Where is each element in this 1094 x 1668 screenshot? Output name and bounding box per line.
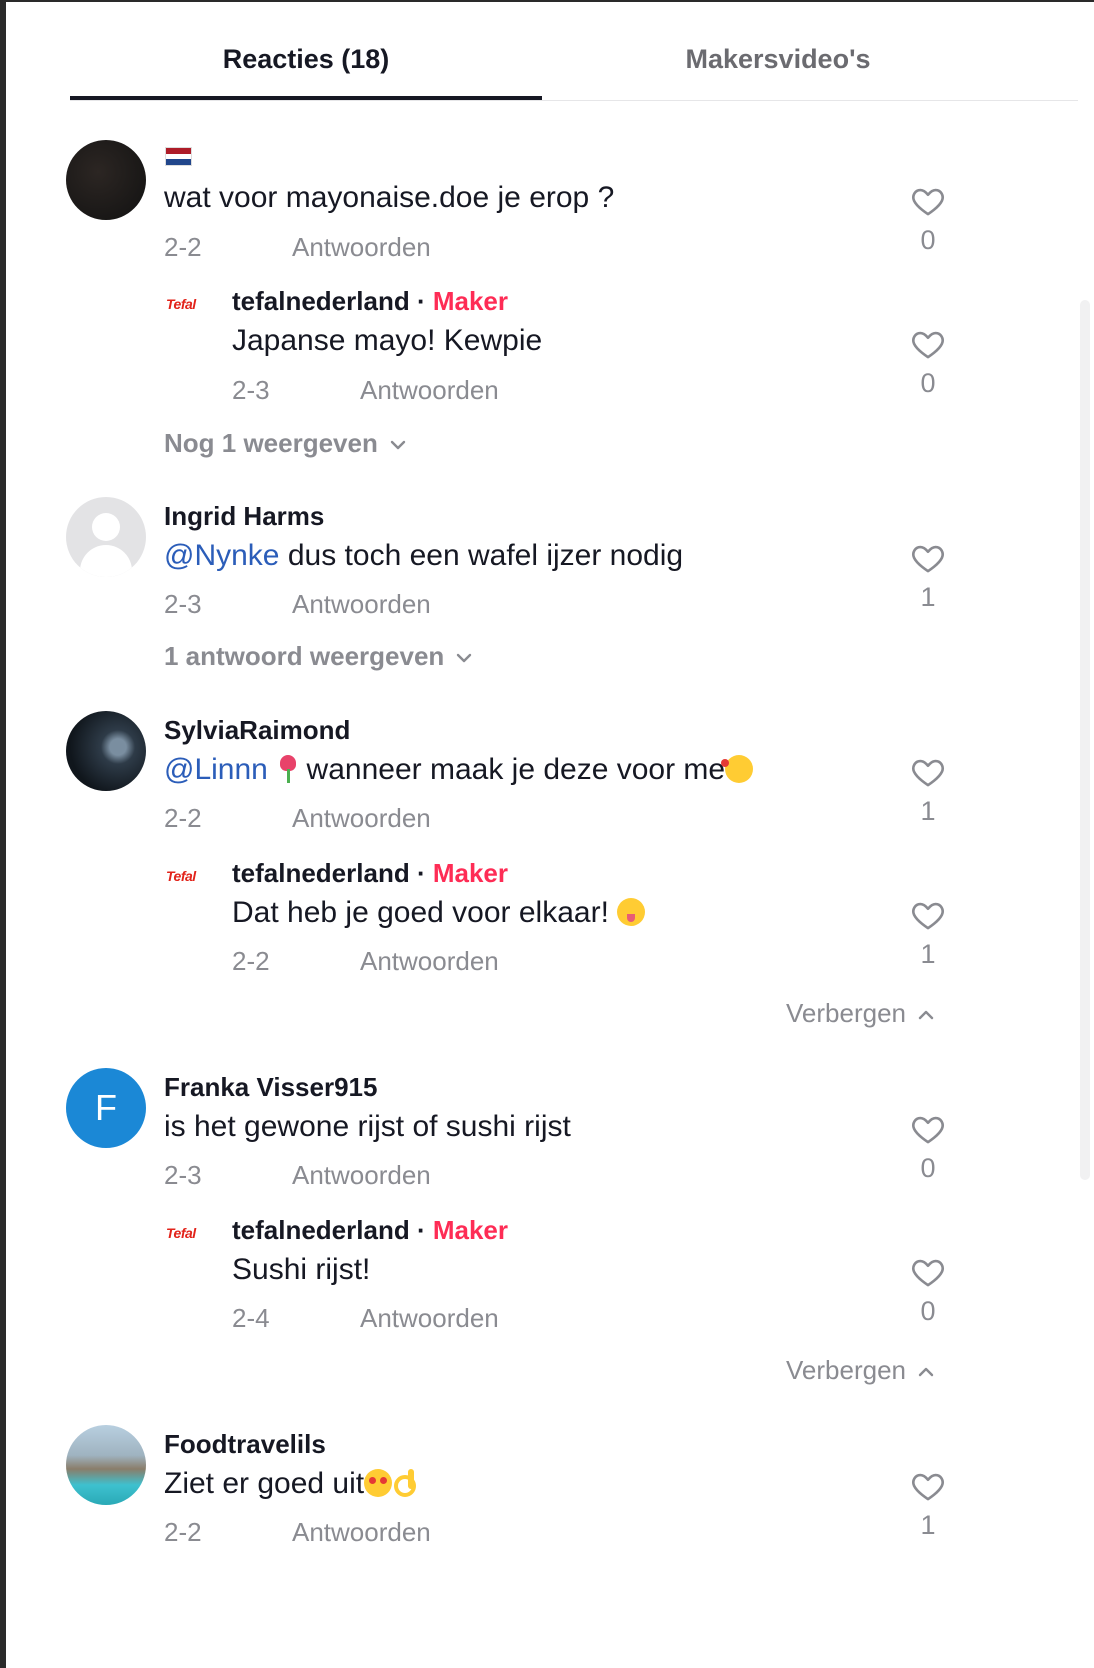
scrollbar[interactable] <box>1080 300 1090 1180</box>
reply-username-text: tefalnederland <box>232 286 410 316</box>
reply-text: Sushi rijst! <box>232 1253 371 1286</box>
ok-hand-emoji-icon <box>392 1469 417 1497</box>
like-count: 0 <box>920 368 936 398</box>
avatar[interactable] <box>66 711 146 791</box>
view-more-replies-button[interactable]: Nog 1 weergeven <box>164 428 408 459</box>
comment-date: 2-2 <box>164 803 202 833</box>
comment-text: @Linnn wanneer maak je deze voor me <box>164 753 754 787</box>
window-top-edge <box>6 0 1094 2</box>
chevron-up-icon <box>918 1367 934 1377</box>
heart-outline-icon <box>912 759 944 787</box>
heart-outline-icon <box>912 902 944 930</box>
comment-username[interactable]: Ingrid Harms <box>164 501 324 532</box>
like-button[interactable]: 1 <box>903 899 953 970</box>
mention-link[interactable]: @Linnn <box>164 753 268 786</box>
tefal-logo[interactable]: Tefal <box>166 1225 214 1243</box>
heart-outline-icon <box>912 545 944 573</box>
heart-eyes-emoji-icon <box>364 1469 393 1497</box>
tab-bar: Reacties (18) Makersvideo's <box>70 28 1078 101</box>
heart-outline-icon <box>912 1473 944 1501</box>
chevron-down-icon <box>457 653 472 663</box>
window-left-edge <box>0 0 6 1668</box>
like-button[interactable]: 1 <box>903 756 953 827</box>
reply-button[interactable]: Antwoorden <box>360 375 499 406</box>
mention-link[interactable]: @Nynke <box>164 539 280 572</box>
comment-username[interactable]: Franka Visser915 <box>164 1072 377 1103</box>
like-button[interactable]: 0 <box>903 1113 953 1184</box>
comment-date: 2-2 <box>164 1517 202 1547</box>
reply-button[interactable]: Antwoorden <box>360 1303 499 1334</box>
zany-face-emoji-icon <box>617 898 646 926</box>
reply-button[interactable]: Antwoorden <box>292 1517 431 1548</box>
like-count: 1 <box>920 939 936 969</box>
comment-username[interactable]: SylviaRaimond <box>164 715 350 746</box>
like-button[interactable]: 0 <box>903 328 953 399</box>
reply-username-text: tefalnederland <box>232 858 410 888</box>
like-count: 1 <box>920 1510 936 1540</box>
heart-outline-icon <box>912 1259 944 1287</box>
avatar[interactable] <box>66 1425 146 1505</box>
reply-button[interactable]: Antwoorden <box>292 803 431 834</box>
reply-date: 2-2 <box>232 946 270 976</box>
tefal-logo[interactable]: Tefal <box>166 868 214 886</box>
netherlands-flag-icon <box>165 147 192 166</box>
like-count: 0 <box>920 225 936 255</box>
heart-outline-icon <box>912 188 944 216</box>
avatar[interactable]: F <box>66 1068 146 1148</box>
reply-username-text: tefalnederland <box>232 1215 410 1245</box>
reply-username[interactable]: tefalnederland · Maker <box>232 286 508 317</box>
hide-replies-button[interactable]: Verbergen <box>786 998 936 1029</box>
reply-button[interactable]: Antwoorden <box>292 589 431 620</box>
comment-date: 2-3 <box>164 589 202 619</box>
reply-date: 2-4 <box>232 1303 270 1333</box>
view-replies-button[interactable]: 1 antwoord weergeven <box>164 641 474 672</box>
reply-button[interactable]: Antwoorden <box>292 1160 431 1191</box>
tefal-logo[interactable]: Tefal <box>166 296 214 314</box>
comment-text: wat voor mayonaise.doe je erop ? <box>164 181 615 214</box>
comment-text: is het gewone rijst of sushi rijst <box>164 1110 571 1143</box>
reply-date: 2-3 <box>232 375 270 405</box>
reply-text: Dat heb je goed voor elkaar! <box>232 896 646 930</box>
like-button[interactable]: 0 <box>903 1256 953 1327</box>
maker-badge: Maker <box>432 286 508 316</box>
like-count: 1 <box>920 796 936 826</box>
maker-badge: Maker <box>432 858 508 888</box>
like-button[interactable]: 1 <box>903 542 953 613</box>
like-count: 0 <box>920 1153 936 1183</box>
reply-button[interactable]: Antwoorden <box>292 232 431 263</box>
like-button[interactable]: 1 <box>903 1470 953 1541</box>
reply-button[interactable]: Antwoorden <box>360 946 499 977</box>
tab-reacties[interactable]: Reacties (18) <box>70 28 542 100</box>
like-count: 1 <box>920 582 936 612</box>
comment-text: @Nynke dus toch een wafel ijzer nodig <box>164 539 684 572</box>
chevron-down-icon <box>390 440 406 450</box>
comment-text: Ziet er goed uit <box>164 1467 417 1501</box>
heart-outline-icon <box>912 331 944 359</box>
like-button[interactable]: 0 <box>903 185 953 256</box>
smiling-hearts-emoji-icon <box>721 755 754 783</box>
heart-outline-icon <box>912 1116 944 1144</box>
comment-date: 2-3 <box>164 1160 202 1190</box>
reply-text: Japanse mayo! Kewpie <box>232 324 543 357</box>
comment-username[interactable]: Foodtravelils <box>164 1429 326 1460</box>
tab-makersvideos[interactable]: Makersvideo's <box>542 28 1014 98</box>
avatar[interactable] <box>66 497 146 577</box>
like-count: 0 <box>920 1296 936 1326</box>
chevron-up-icon <box>918 1010 934 1020</box>
comment-date: 2-2 <box>164 232 202 262</box>
maker-badge: Maker <box>432 1215 508 1245</box>
reply-username[interactable]: tefalnederland · Maker <box>232 858 508 889</box>
reply-username[interactable]: tefalnederland · Maker <box>232 1215 508 1246</box>
tulip-emoji-icon <box>276 755 298 783</box>
avatar[interactable] <box>66 140 146 220</box>
hide-replies-button[interactable]: Verbergen <box>786 1355 936 1386</box>
